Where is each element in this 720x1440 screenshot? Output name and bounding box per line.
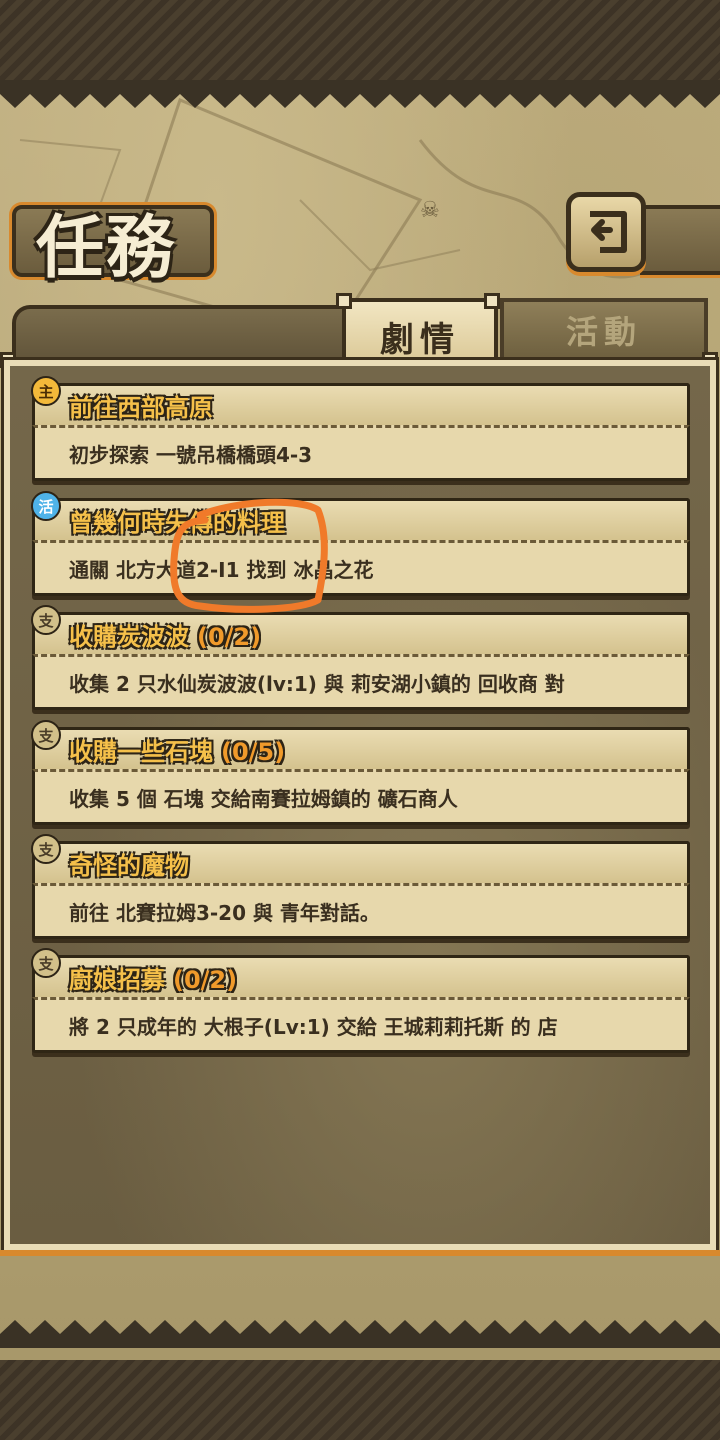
zigzag-edge-bottom — [0, 1320, 720, 1348]
quest-title: 收購一些石塊 (0/5) — [69, 738, 286, 766]
quest-item[interactable]: 主 前往西部高原 初步探索 一號吊橋橋頭4-3 — [31, 376, 690, 481]
quest-header: 主 前往西部高原 — [31, 376, 690, 425]
tab-strip-left — [12, 305, 352, 365]
tab-event-label: 活動 — [565, 313, 642, 351]
tab-peg — [336, 293, 352, 309]
back-button-rail — [640, 205, 720, 275]
event-quest-badge-icon: 活 — [31, 491, 61, 521]
main-quest-badge-icon: 主 — [31, 376, 61, 406]
page-title: 任務 — [36, 208, 177, 288]
return-arrow-icon — [590, 211, 627, 253]
side-quest-badge-icon: 支 — [31, 720, 61, 750]
quest-title: 奇怪的魔物 — [69, 852, 189, 880]
quest-title: 收購炭波波 (0/2) — [69, 623, 262, 651]
tab-peg — [484, 293, 500, 309]
panel-bottom-trim — [0, 1250, 720, 1256]
quest-description-row: 前往 北賽拉姆3-20 與 青年對話。 — [32, 883, 690, 939]
quest-description-row: 將 2 只成年的 大根子(Lv:1) 交給 王城莉莉托斯 的 店 — [32, 997, 690, 1053]
quest-header: 支 廚娘招募 (0/2) — [31, 948, 690, 997]
quest-description: 初步探索 一號吊橋橋頭4-3 — [69, 442, 313, 467]
quest-title: 廚娘招募 (0/2) — [69, 966, 238, 994]
quest-header: 支 奇怪的魔物 — [31, 834, 690, 883]
quest-title: 前往西部高原 — [69, 394, 213, 422]
back-button[interactable] — [566, 192, 646, 272]
quest-header: 活 曾幾何時失傳的料理 — [31, 491, 690, 540]
quest-description: 收集 5 個 石塊 交給南賽拉姆鎮的 礦石商人 — [69, 786, 458, 811]
quest-progress: (0/2) — [173, 966, 238, 994]
quest-item[interactable]: 支 廚娘招募 (0/2) 將 2 只成年的 大根子(Lv:1) 交給 王城莉莉托斯… — [31, 948, 690, 1053]
side-quest-badge-icon: 支 — [31, 834, 61, 864]
quest-description-row: 通關 北方大道2-I1 找到 冰晶之花 — [32, 540, 690, 596]
bottom-border-band — [0, 1360, 720, 1440]
tab-event[interactable]: 活動 — [500, 298, 708, 358]
quest-description: 前往 北賽拉姆3-20 與 青年對話。 — [69, 900, 380, 925]
zigzag-edge-top — [0, 80, 720, 108]
top-border-band — [0, 0, 720, 80]
quest-item[interactable]: 活 曾幾何時失傳的料理 通關 北方大道2-I1 找到 冰晶之花 — [31, 491, 690, 596]
quest-header: 支 收購炭波波 (0/2) — [31, 605, 690, 654]
quest-description-row: 收集 5 個 石塊 交給南賽拉姆鎮的 礦石商人 — [32, 769, 690, 825]
skull-icon: ☠ — [420, 198, 440, 223]
quest-progress: (0/2) — [197, 623, 262, 651]
quest-item[interactable]: 支 收購一些石塊 (0/5) 收集 5 個 石塊 交給南賽拉姆鎮的 礦石商人 — [31, 720, 690, 825]
quest-item[interactable]: 支 收購炭波波 (0/2) 收集 2 只水仙炭波波(lv:1) 與 莉安湖小鎮的 … — [31, 605, 690, 710]
quest-description: 通關 北方大道2-I1 找到 冰晶之花 — [69, 557, 374, 582]
side-quest-badge-icon: 支 — [31, 948, 61, 978]
quest-description-row: 收集 2 只水仙炭波波(lv:1) 與 莉安湖小鎮的 回收商 對 — [32, 654, 690, 710]
quest-description: 將 2 只成年的 大根子(Lv:1) 交給 王城莉莉托斯 的 店 — [69, 1014, 558, 1039]
side-quest-badge-icon: 支 — [31, 605, 61, 635]
tab-story-label: 劇情 — [380, 319, 460, 360]
quest-description: 收集 2 只水仙炭波波(lv:1) 與 莉安湖小鎮的 回收商 對 — [69, 671, 565, 696]
quest-progress: (0/5) — [221, 738, 286, 766]
quest-item[interactable]: 支 奇怪的魔物 前往 北賽拉姆3-20 與 青年對話。 — [31, 834, 690, 939]
quest-title: 曾幾何時失傳的料理 — [69, 509, 285, 537]
quest-header: 支 收購一些石塊 (0/5) — [31, 720, 690, 769]
quest-description-row: 初步探索 一號吊橋橋頭4-3 — [32, 425, 690, 481]
